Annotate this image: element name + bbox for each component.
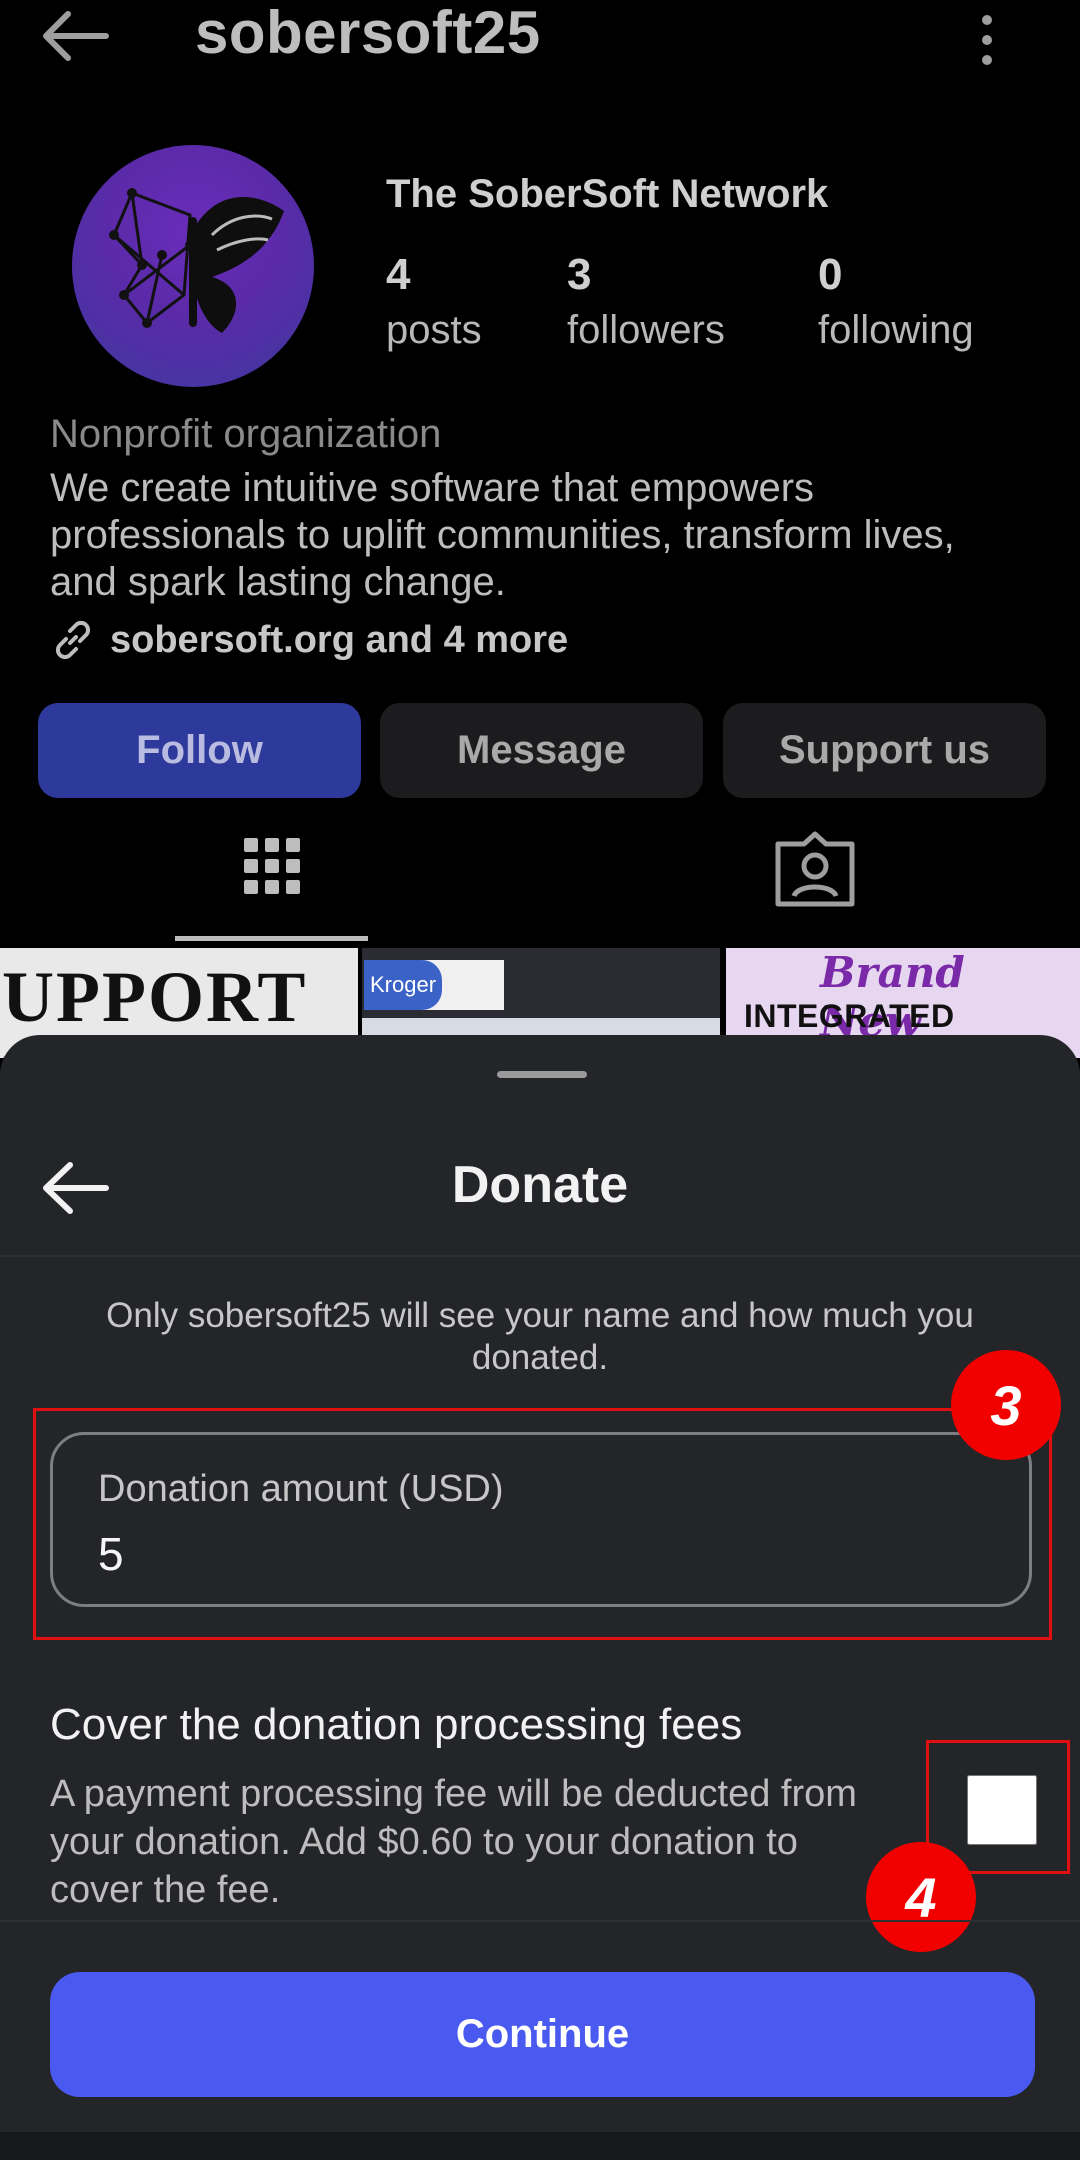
support-us-button[interactable]: Support us — [723, 703, 1046, 798]
followers-count: 3 — [567, 250, 592, 299]
posts-count: 4 — [386, 250, 411, 299]
system-nav-bar — [0, 2132, 1080, 2160]
thumbnail-text: Kroger — [364, 960, 443, 1010]
more-vertical-icon[interactable] — [970, 10, 1004, 70]
profile-link[interactable]: sobersoft.org and 4 more — [50, 615, 568, 665]
butterfly-logo-icon — [109, 188, 284, 333]
annotation-badge: 4 — [866, 1842, 976, 1952]
cover-fees-description: A payment processing fee will be deducte… — [50, 1773, 857, 1911]
divider — [0, 1255, 1080, 1257]
tab-posts-grid[interactable] — [172, 828, 372, 938]
divider — [0, 1920, 1080, 1922]
followers-label[interactable]: followers — [567, 308, 725, 353]
profile-link-text[interactable]: sobersoft.org and 4 more — [110, 619, 568, 662]
display-name: The SoberSoft Network — [386, 172, 829, 216]
following-label[interactable]: following — [818, 308, 974, 353]
posts-label[interactable]: posts — [386, 308, 482, 353]
follow-button[interactable]: Follow — [38, 703, 361, 798]
profile-bio: We create intuitive software that empowe… — [50, 466, 955, 604]
annotation-badge: 3 — [951, 1350, 1061, 1460]
continue-button[interactable]: Continue — [50, 1972, 1035, 2097]
sheet-title: Donate — [451, 1156, 629, 1214]
profile-username: sobersoft25 — [195, 0, 541, 66]
tagged-person-icon — [775, 831, 855, 907]
privacy-note: Only sobersoft25 will see your name and … — [106, 1296, 974, 1377]
following-count: 0 — [818, 250, 843, 299]
profile-category: Nonprofit organization — [50, 412, 442, 456]
avatar[interactable] — [72, 145, 314, 387]
arrow-left-icon[interactable] — [38, 10, 110, 62]
active-tab-indicator — [175, 936, 368, 941]
link-icon — [55, 620, 91, 660]
annotation-box — [33, 1408, 1052, 1640]
tab-tagged[interactable] — [770, 830, 860, 910]
cover-fees-title: Cover the donation processing fees — [50, 1700, 743, 1749]
message-button[interactable]: Message — [380, 703, 703, 798]
grid-icon — [244, 838, 300, 894]
sheet-drag-handle[interactable] — [497, 1071, 587, 1078]
